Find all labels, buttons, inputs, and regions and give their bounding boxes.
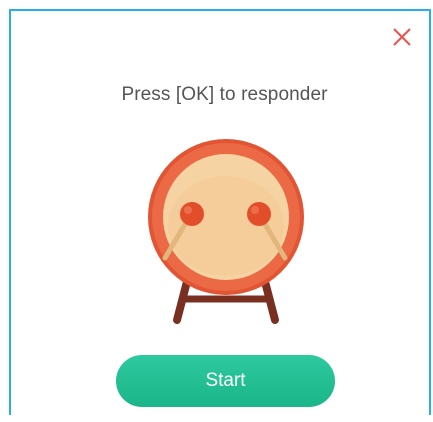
dialog-title: Press [OK] to responder (121, 84, 328, 105)
start-button[interactable]: Start (116, 355, 335, 407)
drum-icon (148, 139, 304, 324)
close-icon[interactable] (391, 26, 413, 48)
